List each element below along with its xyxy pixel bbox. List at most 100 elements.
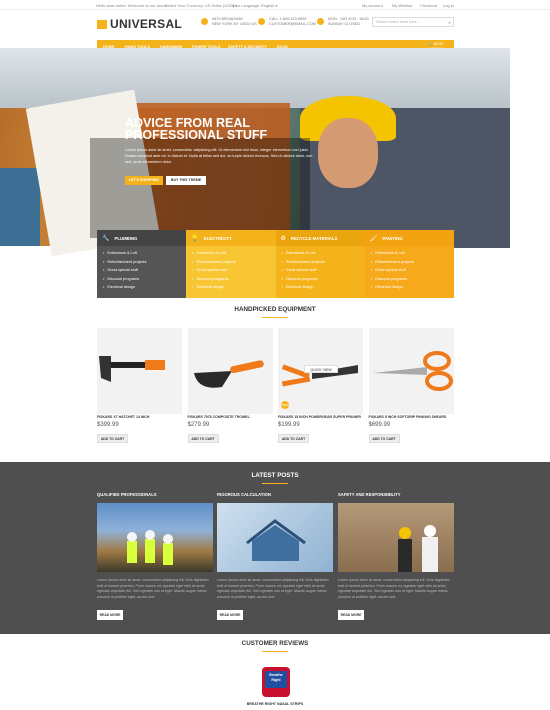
hours-info: MON - SAT 8:00 - 18:00 SUNDAY CLOSED <box>317 17 369 26</box>
address-info: 9870 BROADWAY NEW YORK NY 10010 US <box>201 17 257 26</box>
post-excerpt: Lorem ipsum dolor sit amet, consectetur … <box>338 578 450 599</box>
category-electricity[interactable]: 💡 ELECTRICITY Extensions & Loft Refurbish… <box>186 230 276 298</box>
top-bar: Hello dear visitor. Welcome to our store… <box>0 0 550 10</box>
category-link[interactable]: Refurbishment projects <box>103 258 146 267</box>
post-excerpt: Lorem ipsum dolor sit amet, consectetur … <box>97 578 209 599</box>
welcome-text: Hello dear visitor. Welcome to our store… <box>96 3 167 8</box>
product-price: $399.99 <box>97 422 119 428</box>
hatchet-image <box>99 356 165 382</box>
language-select[interactable]: Your Language: English ▾ <box>232 3 277 8</box>
search-placeholder: Search entire store here... <box>376 20 420 24</box>
post-image-workers[interactable] <box>97 503 213 572</box>
add-to-cart-button[interactable]: ADD TO CART <box>187 434 219 443</box>
category-link[interactable]: Discount programs <box>282 275 325 284</box>
category-link[interactable]: Extensions & Loft <box>192 249 235 258</box>
new-badge: New <box>281 401 289 409</box>
category-link[interactable]: Great special stuff <box>103 266 146 275</box>
product-card-shears[interactable] <box>368 328 454 414</box>
lets-shopping-button[interactable]: LET'S SHOPPING <box>125 176 163 185</box>
post-excerpt: Lorem ipsum dolor sit amet, consectetur … <box>217 578 329 599</box>
cart-total: $0.00 <box>433 42 444 46</box>
read-more-button[interactable]: READ MORE <box>97 610 123 620</box>
logo-mark-icon <box>97 19 107 29</box>
category-link[interactable]: Discount programs <box>192 275 235 284</box>
category-link[interactable]: Extensions & Loft <box>282 249 325 258</box>
category-link[interactable]: Great special stuff <box>192 266 235 275</box>
section-divider <box>262 483 288 484</box>
breathe-right-logo-text: Breathe Right <box>265 671 287 688</box>
category-recycle-materials[interactable]: ♻ RECYCLE MATERIALS Extensions & Loft Ref… <box>275 230 365 298</box>
wishlist-link[interactable]: My Wishlist <box>392 3 412 8</box>
phone-line-2: CUSTOMER@EMAIL.COM <box>269 21 316 26</box>
section-divider <box>262 317 288 318</box>
buy-theme-button[interactable]: BUY THIS THEME <box>166 176 206 185</box>
hours-line-2: SUNDAY CLOSED <box>328 21 361 26</box>
currency-select[interactable]: Select Your Currency: US Dollar (USD) ▾ <box>165 3 237 8</box>
clock-icon <box>317 18 324 25</box>
category-link[interactable]: Electrical design <box>103 283 146 292</box>
section-title-reviews: CUSTOMER REVIEWS <box>241 640 309 647</box>
post-title[interactable]: QUALIFIED PROFESSIONALS <box>97 492 157 497</box>
product-name[interactable]: FISKARS X7 HATCHET 14 INCH <box>97 415 149 419</box>
product-card-trowel[interactable] <box>187 328 273 414</box>
quick-view-button[interactable]: QUICK VIEW <box>304 365 338 373</box>
add-to-cart-button[interactable]: ADD TO CART <box>278 434 309 443</box>
hours-line-1: MON - SAT 8:00 - 18:00 <box>328 17 369 21</box>
category-link[interactable]: Great special stuff <box>282 266 325 275</box>
category-link[interactable]: Refurbishment projects <box>282 258 325 267</box>
recycle-icon: ♻ <box>280 235 286 242</box>
review-product-name: BREATHE RIGHT NASAL STRIPS <box>246 702 304 706</box>
phone-icon <box>258 18 265 25</box>
wrench-icon: 🔧 <box>102 235 110 242</box>
category-link[interactable]: Extensions & Loft <box>371 249 414 258</box>
section-title-posts: LATEST POSTS <box>251 472 299 479</box>
section-divider <box>262 651 288 652</box>
category-boxes: 🔧 PLUMBING Extensions & Loft Refurbishmen… <box>97 230 454 298</box>
product-name[interactable]: FISKARS 8 INCH SOFTGRIP PINKING SHEARS <box>369 415 447 419</box>
category-title: ELECTRICITY <box>203 235 232 241</box>
category-plumbing[interactable]: 🔧 PLUMBING Extensions & Loft Refurbishmen… <box>97 230 187 298</box>
read-more-button[interactable]: READ MORE <box>217 610 243 620</box>
post-title[interactable]: SAFETY AND RESPONSIBILITY <box>338 492 401 497</box>
category-title: RECYCLE MATERIALS <box>290 235 338 241</box>
logo-text: UNIVERSAL <box>110 17 183 31</box>
post-image-engineers[interactable] <box>338 503 454 572</box>
post-image-blueprint[interactable] <box>217 503 333 572</box>
search-input[interactable]: Search entire store here... ⌕ <box>372 17 454 27</box>
my-account-link[interactable]: My Account <box>362 3 383 8</box>
category-title: PAINTING <box>382 235 403 241</box>
category-link[interactable]: Extensions & Loft <box>103 249 146 258</box>
category-link[interactable]: Discount programs <box>371 275 414 284</box>
shears-image <box>372 351 453 391</box>
category-link[interactable]: Great special stuff <box>371 266 414 275</box>
product-name[interactable]: FISKARS 7978 COMPOSITE TROWEL <box>188 415 250 419</box>
breathe-right-logo: Breathe Right <box>262 667 290 697</box>
hero-text: Lorem ipsum dolor sit amet, consectetur … <box>125 148 313 164</box>
trowel-image <box>193 360 264 388</box>
read-more-button[interactable]: READ MORE <box>338 610 364 620</box>
site-logo[interactable]: UNIVERSAL <box>97 17 182 31</box>
product-card-hatchet[interactable] <box>97 328 182 414</box>
category-link[interactable]: Refurbishment projects <box>371 258 414 267</box>
add-to-cart-button[interactable]: ADD TO CART <box>368 434 400 443</box>
category-link[interactable]: Electrical design <box>192 283 235 292</box>
category-link[interactable]: Electrical design <box>282 283 325 292</box>
phone-info: CALL 1-800-123-5690 CUSTOMER@EMAIL.COM <box>258 17 316 26</box>
checkout-link[interactable]: Checkout <box>420 3 437 8</box>
location-pin-icon <box>201 18 208 25</box>
hero-title: ADVICE FROM REAL PROFESSIONAL STUFF <box>125 116 268 142</box>
product-price: $699.99 <box>368 422 391 428</box>
category-link[interactable]: Discount programs <box>103 275 146 284</box>
product-price: $279.99 <box>187 422 210 428</box>
login-link[interactable]: Log in <box>443 3 454 8</box>
product-price: $199.99 <box>278 422 300 428</box>
category-link[interactable]: Refurbishment projects <box>192 258 236 267</box>
address-line-2: NEW YORK NY 10010 US <box>212 21 257 26</box>
add-to-cart-button[interactable]: ADD TO CART <box>97 434 128 443</box>
category-link[interactable]: Electrical design <box>371 283 414 292</box>
product-name[interactable]: FISKARS 15 INCH POWERGEAR SUPER PRUNER <box>278 415 361 419</box>
category-painting[interactable]: 🖌 PAINTING Extensions & Loft Refurbishmen… <box>364 230 454 298</box>
search-icon[interactable]: ⌕ <box>448 20 451 26</box>
post-title[interactable]: RIGOROUS CALCULATION <box>217 492 271 497</box>
category-title: PLUMBING <box>114 235 138 241</box>
